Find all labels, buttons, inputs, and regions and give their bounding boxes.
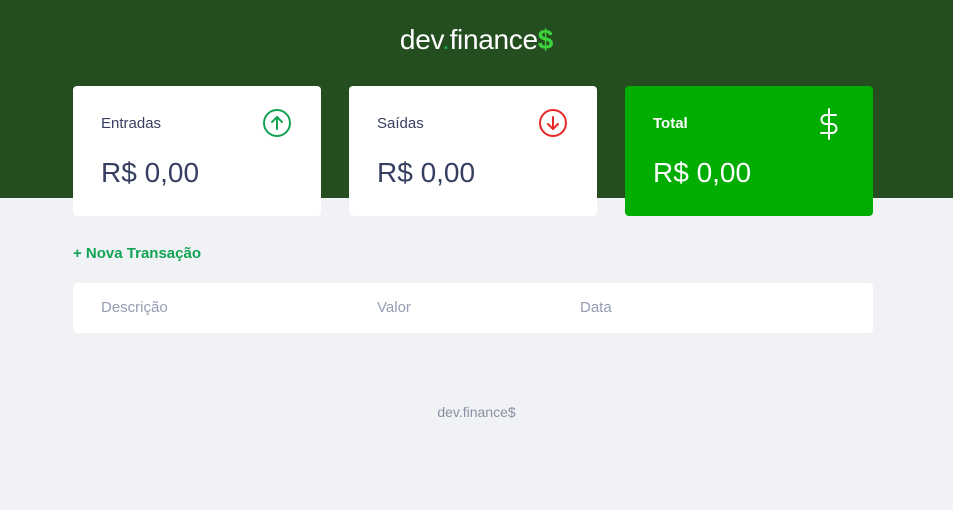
income-card-value: R$ 0,00 [101, 157, 200, 188]
total-card-value: R$ 0,00 [653, 157, 752, 188]
logo: dev.finance$ [0, 24, 953, 56]
total-card-title: Total [653, 115, 688, 132]
footer-text: dev.finance$ [437, 404, 516, 420]
column-header-description: Descrição [101, 299, 168, 316]
column-header-date: Data [580, 299, 612, 316]
logo-dot: . [442, 24, 450, 55]
total-card: Total R$ 0,00 [625, 86, 873, 216]
expense-card-value: R$ 0,00 [377, 157, 476, 188]
income-card-title: Entradas [101, 115, 162, 132]
column-header-value: Valor [377, 299, 411, 316]
arrow-down-circle-icon [538, 108, 568, 138]
logo-dollar: $ [537, 24, 554, 55]
expense-card-title: Saídas [377, 115, 424, 132]
dollar-icon [814, 108, 844, 140]
expense-card: Saídas R$ 0,00 [349, 86, 597, 216]
transactions-table: Descrição Valor Data [73, 283, 873, 333]
income-card: Entradas R$ 0,00 [73, 86, 321, 216]
arrow-up-circle-icon [262, 108, 292, 138]
logo-text-dev: dev [399, 24, 443, 55]
logo-text-finance: finance [449, 24, 539, 55]
new-transaction-button[interactable]: + Nova Transação [73, 245, 201, 262]
